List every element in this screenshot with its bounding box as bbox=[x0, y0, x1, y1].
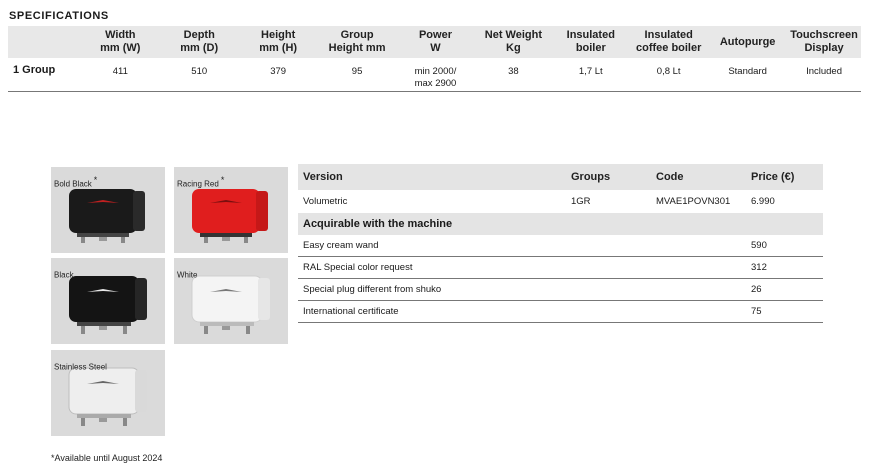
spec-header-row: Width mm (W) Depth mm (D) Height mm (H) Gro… bbox=[8, 26, 861, 58]
option-row: Special plug different from shuko 26 bbox=[298, 278, 823, 301]
spec-row-label: 1 Group bbox=[8, 58, 81, 92]
price-header-price: Price (€) bbox=[746, 164, 823, 190]
spec-header-autopurge: Autopurge bbox=[708, 26, 788, 58]
swatch-label: Black bbox=[54, 270, 74, 280]
option-row: Easy cream wand 590 bbox=[298, 235, 823, 257]
spec-autopurge-value: Standard bbox=[708, 58, 788, 92]
swatch-label: Racing Red * bbox=[177, 175, 225, 189]
spec-row-1-group: 1 Group 411 510 379 95 min 2000/max 2900… bbox=[8, 58, 861, 92]
swatch-label: White bbox=[177, 270, 198, 280]
spec-header-width: Width mm (W) bbox=[80, 26, 160, 58]
price-row-volumetric: Volumetric 1GR MVAE1POVN301 6.990 bbox=[298, 190, 823, 213]
option-price: 590 bbox=[746, 235, 823, 257]
option-price: 75 bbox=[746, 300, 823, 323]
swatch-racing-red: Racing Red * bbox=[174, 167, 288, 253]
version-cell: Volumetric bbox=[303, 196, 348, 207]
spec-depth-value: 510 bbox=[159, 58, 239, 92]
specifications-table: Width mm (W) Depth mm (D) Height mm (H) Gro… bbox=[8, 26, 861, 92]
spec-height-value: 379 bbox=[238, 58, 318, 92]
swatch-label: Stainless Steel bbox=[54, 362, 107, 372]
spec-group-height-value: 95 bbox=[317, 58, 397, 92]
option-name: Easy cream wand bbox=[298, 235, 746, 257]
spec-net-weight-value: 38 bbox=[474, 58, 553, 92]
spec-insulated-coffee-boiler-value: 0,8 Lt bbox=[629, 58, 709, 92]
option-price: 26 bbox=[746, 278, 823, 301]
spec-header-power: Power W bbox=[396, 26, 475, 58]
spec-power-value: min 2000/max 2900 bbox=[396, 58, 475, 92]
swatch-black: Black bbox=[51, 258, 165, 344]
option-name: RAL Special color request bbox=[298, 256, 746, 279]
spec-header-insulated-coffee-boiler: Insulated coffee boiler bbox=[629, 26, 709, 58]
price-table: Version Groups Code Price (€) Volumetric… bbox=[298, 164, 823, 323]
spec-width-value: 411 bbox=[80, 58, 160, 92]
swatch-label: Bold Black * bbox=[54, 175, 98, 189]
acquirable-subheader-label: Acquirable with the machine bbox=[298, 213, 823, 235]
price-header-version: Version bbox=[298, 164, 566, 190]
spec-header-group-height: Group Height mm bbox=[317, 26, 397, 58]
groups-cell: 1GR bbox=[571, 196, 591, 207]
spec-touchscreen-value: Included bbox=[787, 58, 861, 92]
spec-header-touchscreen: Touchscreen Display bbox=[787, 26, 861, 58]
spec-header-height: Height mm (H) bbox=[238, 26, 318, 58]
swatch-white: White bbox=[174, 258, 288, 344]
section-title: SPECIFICATIONS bbox=[9, 10, 109, 22]
spec-header-blank bbox=[8, 26, 81, 58]
swatch-stainless-steel: Stainless Steel bbox=[51, 350, 165, 436]
option-name: International certificate bbox=[298, 300, 746, 323]
price-cell: 6.990 bbox=[751, 196, 775, 207]
option-name: Special plug different from shuko bbox=[298, 278, 746, 301]
spec-insulated-boiler-value: 1,7 Lt bbox=[552, 58, 630, 92]
spec-header-net-weight: Net Weight Kg bbox=[474, 26, 553, 58]
code-cell: MVAE1POVN301 bbox=[656, 196, 731, 207]
swatch-bold-black: Bold Black * bbox=[51, 167, 165, 253]
option-row: RAL Special color request 312 bbox=[298, 256, 823, 279]
price-header-code: Code bbox=[651, 164, 746, 190]
spec-header-insulated-boiler: Insulated boiler bbox=[552, 26, 630, 58]
option-row: International certificate 75 bbox=[298, 300, 823, 323]
price-header-groups: Groups bbox=[566, 164, 651, 190]
footnote: *Available until August 2024 bbox=[51, 453, 163, 463]
acquirable-subheader: Acquirable with the machine bbox=[298, 213, 823, 235]
spec-header-depth: Depth mm (D) bbox=[159, 26, 239, 58]
price-header-row: Version Groups Code Price (€) bbox=[298, 164, 823, 190]
option-price: 312 bbox=[746, 256, 823, 279]
